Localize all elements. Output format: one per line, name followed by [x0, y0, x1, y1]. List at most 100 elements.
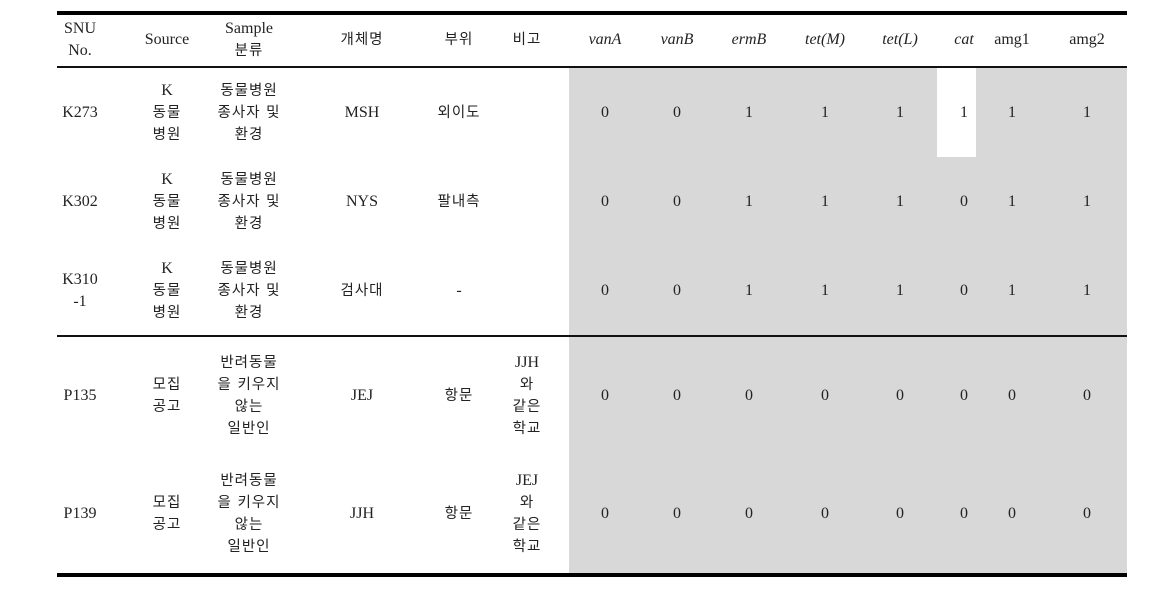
cell-amg2: 0 — [1052, 337, 1122, 455]
cell-tetL-line: 0 — [896, 505, 904, 522]
cell-sample-class-line: 환경 — [234, 215, 264, 232]
cell-vanA: 0 — [575, 246, 635, 335]
cell-cat: 0 — [946, 246, 982, 335]
cell-cat: 0 — [946, 157, 982, 246]
cell-ermB-line: 1 — [745, 281, 753, 299]
cell-tetM-line: 1 — [821, 281, 829, 299]
header-source-line: Source — [144, 31, 190, 48]
cell-site-line: 항문 — [444, 506, 474, 522]
cell-sample-class: 동물병원 종사자 및 환경 — [199, 157, 299, 246]
cell-source-line: 모집 — [152, 377, 182, 393]
cell-tetM: 0 — [790, 455, 860, 573]
cell-vanA-line: 0 — [601, 103, 609, 121]
cell-sample-class-line: 반려동물 — [220, 473, 278, 489]
cell-ermB-line: 0 — [745, 505, 753, 522]
cell-sample-class-line: 환경 — [234, 304, 264, 321]
cell-ermB: 1 — [719, 157, 779, 246]
cell-individual-line: MSH — [344, 103, 380, 121]
cell-tetL: 1 — [865, 157, 935, 246]
cell-vanB: 0 — [647, 337, 707, 455]
table-bottom-rule — [57, 573, 1127, 577]
cell-vanA-line: 0 — [601, 505, 609, 522]
cell-cat: 0 — [946, 455, 982, 573]
cell-site: 항문 — [424, 337, 494, 455]
cell-snu-no-line: P139 — [63, 505, 97, 522]
cell-cat-line: 0 — [960, 505, 968, 522]
cell-sample-class-line: 종사자 및 — [217, 282, 281, 299]
header-tetL: tet(L) — [865, 14, 935, 66]
header-remarks: 비고 — [507, 14, 547, 66]
cell-snu-no-line: K310 — [62, 270, 98, 288]
cell-cat-line: 0 — [960, 192, 968, 210]
cell-amg2-line: 0 — [1083, 505, 1091, 522]
cell-source-line: K — [161, 170, 173, 188]
cell-amg1-line: 0 — [1008, 505, 1016, 522]
header-snu-no-line: SNU — [63, 20, 96, 37]
cell-ermB: 1 — [719, 246, 779, 335]
cell-site: 항문 — [424, 455, 494, 573]
cell-amg2: 0 — [1052, 455, 1122, 573]
cell-amg2-line: 1 — [1083, 281, 1091, 299]
cell-sample-class-line: 동물병원 — [220, 82, 278, 99]
header-tetM-line: tet(M) — [805, 31, 845, 48]
cell-snu-no: P139 — [57, 455, 103, 573]
cell-amg2-line: 1 — [1083, 192, 1091, 210]
cell-vanB-line: 0 — [673, 387, 681, 404]
cell-tetL-line: 1 — [896, 281, 904, 299]
header-site: 부위 — [424, 14, 494, 66]
cell-amg1: 1 — [990, 157, 1034, 246]
header-tetM: tet(M) — [790, 14, 860, 66]
cell-vanB-line: 0 — [673, 281, 681, 299]
cell-ermB: 0 — [719, 455, 779, 573]
cell-source: K 동물 병원 — [137, 157, 197, 246]
header-amg2: amg2 — [1052, 14, 1122, 66]
cell-ermB: 0 — [719, 337, 779, 455]
header-snu-no: SNU No. — [57, 14, 103, 66]
cell-amg1: 0 — [990, 337, 1034, 455]
cell-amg1-line: 1 — [1008, 192, 1016, 210]
cell-source-line: K — [161, 81, 173, 99]
header-cat: cat — [946, 14, 982, 66]
cell-tetM: 1 — [790, 68, 860, 157]
header-amg1: amg1 — [990, 14, 1034, 66]
cell-snu-no: K273 — [57, 68, 103, 157]
header-source: Source — [137, 14, 197, 66]
cell-vanB: 0 — [647, 157, 707, 246]
cell-remarks: JEJ 와 같은 학교 — [507, 455, 547, 573]
cell-remarks — [507, 246, 547, 335]
cell-source: K 동물 병원 — [137, 246, 197, 335]
cell-cat-line: 0 — [960, 387, 968, 404]
cell-snu-no-line: P135 — [63, 387, 97, 404]
cell-vanA: 0 — [575, 68, 635, 157]
cell-individual-line: JEJ — [350, 387, 374, 404]
cell-sample-class: 반려동물 을 키우지 않는 일반인 — [199, 455, 299, 573]
cell-sample-class-line: 을 키우지 — [217, 377, 281, 393]
cell-sample-class: 동물병원종사자 및환경 — [199, 246, 299, 335]
cell-vanB-line: 0 — [673, 505, 681, 522]
cell-vanB: 0 — [647, 455, 707, 573]
cell-snu-no: P135 — [57, 337, 103, 455]
cell-sample-class-line: 동물병원 — [220, 260, 278, 277]
cell-amg2: 1 — [1052, 246, 1122, 335]
cell-sample-class-line: 종사자 및 — [217, 104, 281, 121]
header-vanB: vanB — [647, 14, 707, 66]
cell-vanB-line: 0 — [673, 192, 681, 210]
cell-sample-class-line: 을 키우지 — [217, 495, 281, 511]
cell-source-line: 동물 — [152, 282, 182, 299]
header-tetL-line: tet(L) — [882, 31, 918, 48]
cell-vanB: 0 — [647, 246, 707, 335]
cell-vanA-line: 0 — [601, 281, 609, 299]
cell-tetL-line: 0 — [896, 387, 904, 404]
header-cat-line: cat — [954, 31, 974, 48]
header-site-line: 부위 — [444, 32, 474, 48]
cell-individual: JJH — [327, 455, 397, 573]
cell-vanA: 0 — [575, 455, 635, 573]
cell-amg2: 1 — [1052, 68, 1122, 157]
cell-sample-class: 동물병원 종사자 및 환경 — [199, 68, 299, 157]
header-sample-class: Sample 분류 — [199, 14, 299, 66]
cell-tetL-line: 1 — [896, 192, 904, 210]
cell-tetM-line: 0 — [821, 387, 829, 404]
cell-cat: 0 — [946, 337, 982, 455]
cell-vanA-line: 0 — [601, 192, 609, 210]
cell-source: 모집 공고 — [137, 455, 197, 573]
